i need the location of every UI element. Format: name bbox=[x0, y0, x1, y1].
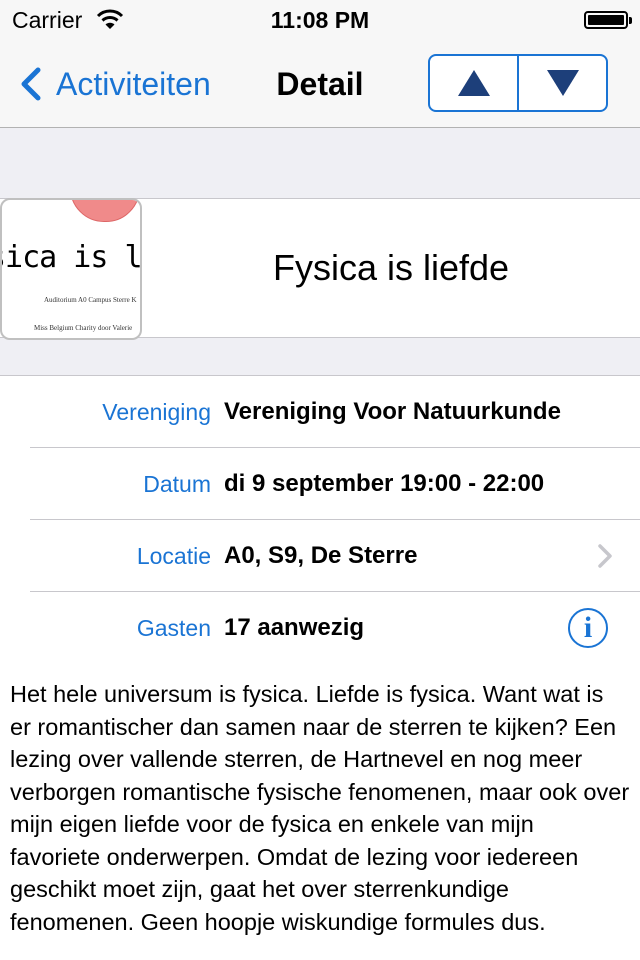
poster-title-text: sica is liefd bbox=[2, 240, 142, 275]
poster-line-2: Miss Belgium Charity door Valerie bbox=[34, 324, 133, 332]
next-button[interactable] bbox=[517, 56, 606, 110]
detail-row-locatie[interactable]: Locatie A0, S9, De Sterre bbox=[0, 520, 640, 592]
detail-key: Locatie bbox=[136, 543, 211, 569]
info-icon[interactable]: i bbox=[568, 608, 608, 648]
detail-key: Vereniging bbox=[102, 399, 211, 425]
heart-icon bbox=[70, 200, 140, 222]
detail-value: Vereniging Voor Natuurkunde bbox=[224, 398, 561, 425]
arrow-down-icon bbox=[546, 70, 579, 96]
detail-value: A0, S9, De Sterre bbox=[224, 542, 418, 569]
detail-value: 17 aanwezig bbox=[224, 614, 365, 641]
event-title: Fysica is liefde bbox=[272, 247, 510, 288]
event-poster-thumbnail[interactable]: sica is liefd Auditorium A0 Campus Sterr… bbox=[0, 198, 142, 340]
poster-line-1: Auditorium A0 Campus Sterre K bbox=[44, 296, 137, 304]
back-button[interactable]: Activiteiten bbox=[14, 62, 211, 106]
arrow-up-icon bbox=[457, 70, 490, 96]
detail-row-datum: Datum di 9 september 19:00 - 22:00 bbox=[0, 448, 640, 520]
chevron-left-icon bbox=[21, 67, 41, 101]
prev-next-control bbox=[428, 54, 608, 112]
detail-key: Datum bbox=[143, 471, 211, 497]
chevron-right-icon bbox=[598, 544, 612, 568]
back-button-label: Activiteiten bbox=[56, 65, 211, 102]
previous-button[interactable] bbox=[430, 56, 517, 110]
navigation-bar: Activiteiten Detail bbox=[0, 40, 640, 128]
event-header: sica is liefd Auditorium A0 Campus Sterr… bbox=[0, 198, 640, 340]
details-table: Vereniging Vereniging Voor Natuurkunde D… bbox=[0, 375, 640, 663]
event-description: Het hele universum is fysica. Liefde is … bbox=[0, 662, 640, 960]
detail-row-vereniging: Vereniging Vereniging Voor Natuurkunde bbox=[0, 376, 640, 448]
status-time: 11:08 PM bbox=[270, 7, 370, 33]
status-bar: Carrier 11:08 PM bbox=[0, 0, 640, 40]
detail-value: di 9 september 19:00 - 22:00 bbox=[224, 470, 545, 497]
battery-icon bbox=[584, 11, 632, 29]
detail-key: Gasten bbox=[136, 615, 211, 641]
detail-row-gasten: Gasten 17 aanwezig i bbox=[0, 592, 640, 664]
